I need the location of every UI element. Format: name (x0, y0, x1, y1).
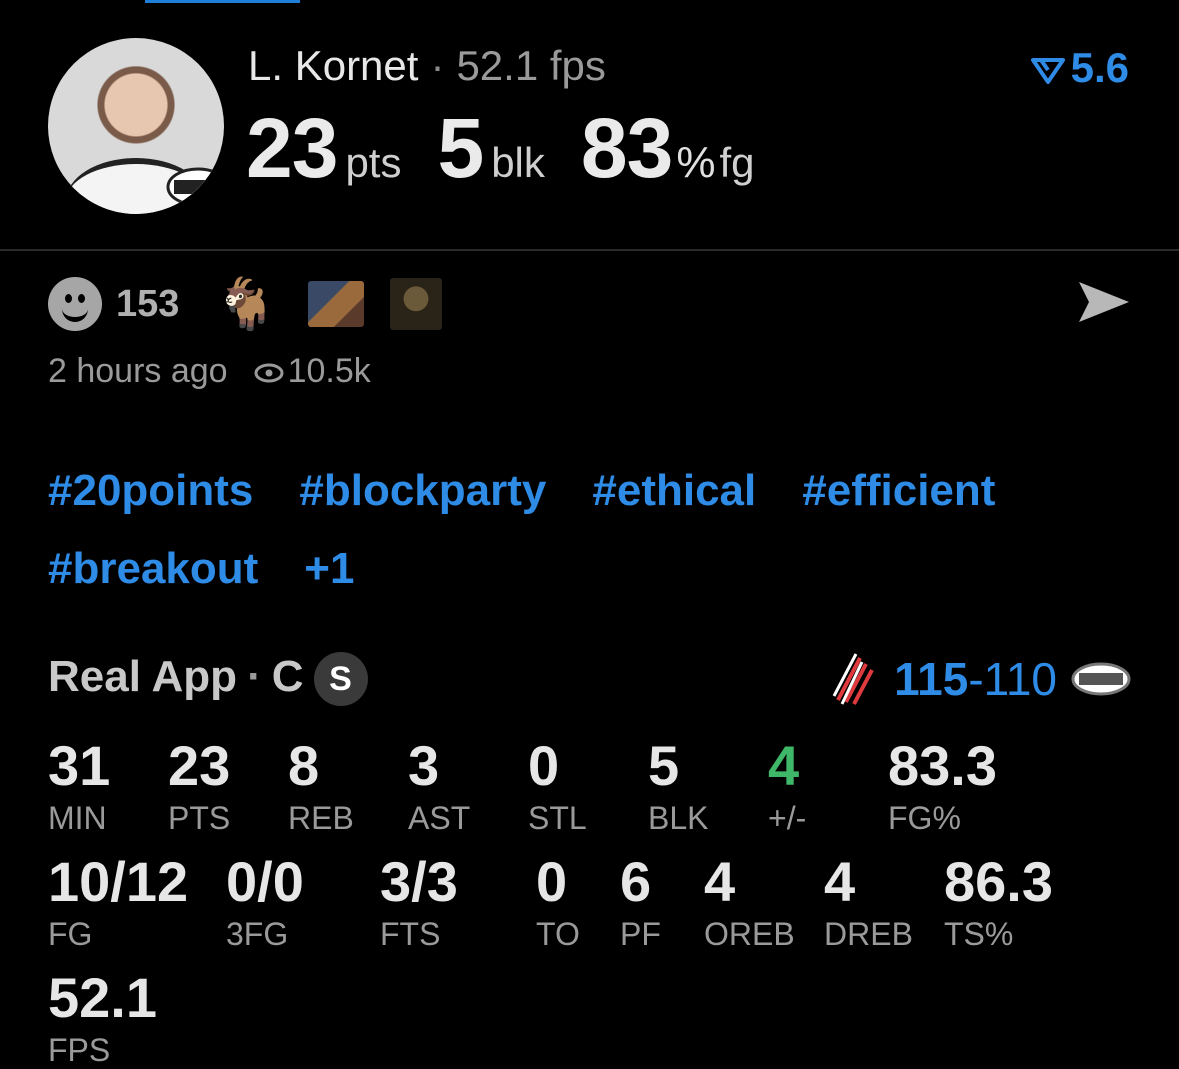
headline-stats: 23 pts 5 blk 83%fg (246, 100, 790, 197)
rank-indicator[interactable]: 5.6 (1030, 44, 1129, 92)
stat-label: PF (620, 916, 661, 952)
rank-value: 5.6 (1070, 44, 1129, 91)
stat-value: 31 (48, 734, 111, 797)
stat-fg: 10/12 FG (48, 854, 188, 953)
hashtag[interactable]: #20points (48, 452, 253, 530)
stat-stl: 0 STL (528, 738, 587, 837)
stat-3fg: 0/0 3FG (226, 854, 304, 953)
headline-blocks-unit: blk (491, 139, 545, 186)
stat-label: BLK (648, 800, 709, 836)
stat-reb: 8 REB (288, 738, 354, 837)
spurs-logo-icon (1071, 662, 1131, 696)
stat-blk: 5 BLK (648, 738, 708, 837)
smiley-reaction-icon[interactable] (48, 277, 102, 331)
goat-reaction-icon[interactable]: 🐐 (215, 275, 277, 334)
reaction-gif-thumbnail[interactable] (307, 281, 364, 327)
spurs-logo-icon (166, 167, 224, 207)
headline-points-unit: pts (345, 139, 402, 186)
stat-pf: 6 PF (620, 854, 661, 953)
stat-fps: 52.1 FPS (48, 970, 157, 1069)
headline-fg-unit: fg (719, 139, 755, 186)
eye-icon (254, 363, 284, 383)
stat-value: 4 (824, 850, 856, 913)
headline-fg: 83 (580, 101, 673, 195)
player-position: C (271, 652, 304, 701)
stat-value: 83.3 (888, 734, 997, 797)
stat-value: 23 (168, 734, 231, 797)
section-divider (0, 249, 1179, 251)
player-name-line: L. Kornet · 52.1 fps (248, 42, 606, 90)
stat-value: 5 (648, 734, 680, 797)
stat-value: 86.3 (944, 850, 1053, 913)
hashtag[interactable]: #ethical (592, 452, 756, 530)
stat-label: TO (536, 916, 580, 952)
stat-value: 3 (408, 734, 440, 797)
blazers-logo-icon (832, 653, 874, 705)
stat-oreb: 4 OREB (704, 854, 795, 953)
more-tags-button[interactable]: +1 (304, 530, 354, 608)
separator-dot: · (247, 652, 262, 701)
stat-value: 10/12 (48, 850, 189, 913)
stat-value: 0/0 (226, 850, 304, 913)
stat-label: FPS (48, 1032, 111, 1068)
stat-plus-minus: 4 +/- (768, 738, 806, 837)
reaction-count[interactable]: 153 (116, 283, 179, 326)
stats-source: Real App · C S (48, 652, 368, 707)
hashtag[interactable]: #efficient (802, 452, 995, 530)
headline-points: 23 (246, 101, 338, 195)
stat-label: STL (528, 800, 587, 836)
score-dash: - (968, 653, 984, 705)
stat-dreb: 4 DREB (824, 854, 913, 953)
reaction-gif-thumbnail[interactable] (389, 278, 442, 330)
view-count: 10.5k (287, 352, 371, 390)
team-score-lose: 110 (983, 653, 1057, 705)
stat-label: 3FG (226, 916, 289, 952)
separator-dot: · (430, 42, 445, 89)
stat-value: 4 (704, 850, 736, 913)
stat-fts: 3/3 FTS (380, 854, 458, 953)
stat-label: PTS (168, 800, 231, 836)
post-time: 2 hours ago (48, 352, 228, 390)
team-score-win: 115 (894, 653, 969, 705)
player-avatar[interactable] (48, 38, 224, 214)
stat-value: 6 (620, 850, 652, 913)
stat-value: 52.1 (48, 966, 157, 1029)
stat-label: REB (288, 800, 354, 836)
stat-ast: 3 AST (408, 738, 470, 837)
stat-value: 3/3 (380, 850, 458, 913)
top-indicator-line (145, 0, 300, 3)
stat-label: +/- (768, 800, 807, 836)
starter-badge: S (313, 652, 368, 707)
stat-label: TS% (944, 916, 1014, 952)
reactions-bar: 153 🐐 (48, 276, 468, 332)
stat-label: MIN (48, 800, 107, 836)
stat-label: AST (408, 800, 471, 836)
stat-pts: 23 PTS (168, 738, 230, 837)
stat-value: 8 (288, 734, 320, 797)
stat-label: FG (48, 916, 93, 952)
hashtag[interactable]: #breakout (48, 530, 258, 608)
fps-label: 52.1 fps (456, 42, 606, 89)
post-meta: 2 hours ago 10.5k (48, 352, 371, 391)
player-name[interactable]: L. Kornet (248, 42, 418, 89)
source-app: Real App (48, 652, 238, 701)
send-icon[interactable] (1075, 278, 1133, 326)
stat-label: FTS (380, 916, 441, 952)
headline-blocks: 5 (437, 101, 484, 195)
stat-value: 0 (528, 734, 560, 797)
hashtag-list: #20points #blockparty #ethical #efficient #b… (48, 452, 1148, 608)
hashtag[interactable]: #blockparty (299, 452, 546, 530)
stat-label: DREB (824, 916, 913, 952)
stat-label: FG% (888, 800, 961, 836)
stat-value: 4 (768, 734, 800, 797)
stat-ts-pct: 86.3 TS% (944, 854, 1053, 953)
game-score[interactable]: 115-110 (830, 650, 1131, 708)
stat-to: 0 TO (536, 854, 580, 953)
rank-arrow-icon (1030, 57, 1065, 84)
stat-label: OREB (704, 916, 795, 952)
headline-fg-percent: % (676, 138, 716, 187)
stat-fg-pct: 83.3 FG% (888, 738, 997, 837)
stat-min: 31 MIN (48, 738, 110, 837)
stat-value: 0 (536, 850, 568, 913)
